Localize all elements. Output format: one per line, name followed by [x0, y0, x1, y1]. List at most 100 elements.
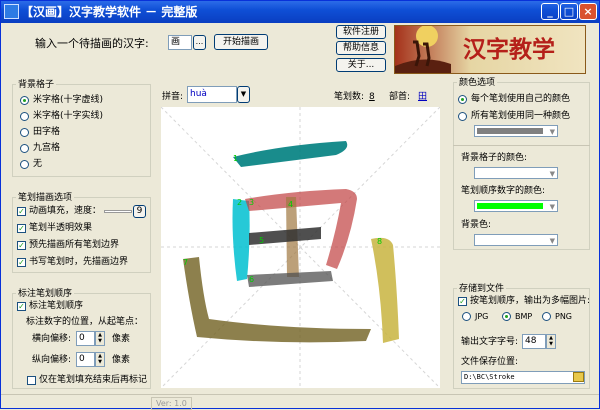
start-draw-button[interactable]: 开始描画: [214, 34, 268, 50]
stroke-7: [183, 257, 371, 343]
stroke-number: 3: [249, 198, 254, 207]
panel-title: 存储到文件: [457, 284, 507, 294]
folder-icon[interactable]: [573, 372, 584, 382]
hoffset-input[interactable]: 0: [76, 331, 95, 346]
grid-option-label: 无: [33, 159, 43, 169]
animate-checkbox[interactable]: ✓: [17, 207, 26, 216]
order-color-picker[interactable]: ▼: [474, 200, 558, 212]
grid-option-radio[interactable]: [20, 144, 29, 153]
stroke-number: 5: [259, 236, 264, 245]
grid-option-label: 田字格: [33, 127, 61, 137]
stroke-6: [247, 271, 333, 287]
chevron-down-icon: ▼: [549, 128, 555, 136]
bg-color-picker[interactable]: ▼: [474, 234, 558, 246]
bg-color-swatch: [477, 237, 543, 243]
voffset-input[interactable]: 0: [76, 352, 95, 367]
banner-text: 汉字教学: [463, 36, 555, 63]
mark-order-checkbox[interactable]: ✓: [17, 302, 26, 311]
format-radio-jpg[interactable]: [462, 312, 471, 321]
preborder-checkbox[interactable]: ✓: [17, 241, 26, 250]
font-size-label: 输出文字字号:: [461, 337, 519, 347]
same-color-radio[interactable]: [458, 112, 467, 121]
translucent-checkbox[interactable]: ✓: [17, 224, 26, 233]
grid-option-radio[interactable]: [20, 160, 29, 169]
voffset-spinner[interactable]: ▲ ▼: [95, 352, 105, 367]
close-icon[interactable]: ×: [579, 3, 597, 20]
own-color-label: 每个笔划使用自己的颜色: [471, 94, 571, 104]
save-checkbox[interactable]: ✓: [458, 297, 467, 306]
maximize-icon[interactable]: □: [560, 3, 578, 20]
order-color-label: 笔划顺序数字的颜色:: [461, 186, 546, 196]
format-radio-png[interactable]: [542, 312, 551, 321]
chevron-down-icon: ▼: [549, 170, 555, 178]
format-label: JPG: [475, 312, 489, 321]
banner: 汉字教学: [394, 25, 586, 74]
same-color-label: 所有笔划使用同一种颜色: [471, 111, 571, 121]
unit-label: 像素: [112, 355, 131, 365]
panel-title: 标注笔划顺序: [16, 289, 75, 299]
stroke-number: 6: [249, 275, 254, 284]
format-label: BMP: [515, 312, 533, 321]
mark-order-label: 标注笔划顺序: [29, 301, 84, 311]
grid-color-swatch: [477, 170, 543, 176]
hoffset-spinner[interactable]: ▲ ▼: [95, 331, 105, 346]
unit-label: 像素: [112, 334, 131, 344]
path-input[interactable]: D:\BC\Stroke: [461, 371, 585, 384]
strokes-label: 笔划数:: [334, 92, 365, 102]
char-input[interactable]: 画: [168, 35, 192, 50]
grid-color-picker[interactable]: ▼: [474, 167, 558, 179]
path-label: 文件保存位置:: [461, 357, 519, 367]
grid-option-label: 米字格(十字实线): [33, 111, 104, 121]
speed-slider[interactable]: [104, 210, 132, 213]
chevron-down-icon: ▼: [549, 237, 555, 245]
grid-option-radio[interactable]: [20, 112, 29, 121]
translucent-label: 笔划半透明效果: [29, 223, 93, 233]
banner-figures-icon: [395, 26, 451, 73]
radical-value: 田: [418, 92, 428, 102]
handwrite-checkbox[interactable]: ✓: [17, 258, 26, 267]
stroke-8: [371, 237, 399, 343]
browse-button[interactable]: ...: [193, 35, 206, 50]
bg-color-label: 背景色:: [461, 220, 492, 230]
character-drawing: 1 2 3 4 5 6 7 8: [160, 106, 441, 389]
animate-label: 动画填充，速度：: [29, 206, 102, 216]
about-button[interactable]: 关于...: [336, 58, 386, 72]
grid-color-label: 背景格子的颜色:: [461, 153, 528, 163]
pinyin-select[interactable]: huà: [187, 86, 237, 103]
stroke-color-swatch: [477, 128, 543, 134]
grid-option-label: 九宫格: [33, 143, 61, 153]
font-size-spinner[interactable]: ▲ ▼: [546, 334, 556, 349]
help-button[interactable]: 帮助信息: [336, 41, 386, 55]
main-window: 【汉画】汉字教学软件 － 完整版 _ □ × 输入一个待描画的汉字: 画 ...…: [0, 0, 600, 410]
stroke-color-picker[interactable]: ▼: [474, 125, 558, 137]
grid-option-label: 米字格(十字虚线): [33, 95, 104, 105]
font-size-input[interactable]: 48: [522, 334, 546, 349]
format-label: PNG: [555, 312, 573, 321]
grid-option-radio[interactable]: [20, 96, 29, 105]
stroke-1: [233, 141, 348, 167]
own-color-radio[interactable]: [458, 95, 467, 104]
position-label: 标注数字的位置，从起笔点：: [26, 317, 144, 327]
panel-title: 背景格子: [16, 80, 57, 90]
register-button[interactable]: 软件注册: [336, 25, 386, 39]
grid-option-radio[interactable]: [20, 128, 29, 137]
drawing-canvas[interactable]: 1 2 3 4 5 6 7 8: [160, 106, 441, 389]
chevron-down-icon[interactable]: ▼: [237, 86, 250, 103]
strokes-value: 8: [369, 92, 375, 102]
after-fill-checkbox[interactable]: [27, 376, 36, 385]
preborder-label: 预先描画所有笔划边界: [29, 240, 120, 250]
stroke-number: 1: [233, 154, 238, 163]
app-icon: [4, 4, 19, 19]
hoffset-label: 横向偏移:: [32, 334, 72, 344]
panel-title: 颜色选项: [457, 78, 498, 88]
version-label: Ver: 1.0: [151, 397, 192, 410]
save-label: 按笔划顺序，输出为多幅图片:: [470, 296, 591, 306]
stroke-number: 2: [237, 198, 242, 207]
speed-value[interactable]: 9: [133, 205, 146, 218]
status-bar: Ver: 1.0: [1, 394, 599, 410]
titlebar: 【汉画】汉字教学软件 － 完整版 _ □ ×: [1, 1, 599, 23]
stroke-number: 4: [288, 200, 293, 209]
stroke-number: 8: [377, 237, 382, 246]
format-radio-bmp[interactable]: [502, 312, 511, 321]
minimize-icon[interactable]: _: [541, 3, 559, 20]
